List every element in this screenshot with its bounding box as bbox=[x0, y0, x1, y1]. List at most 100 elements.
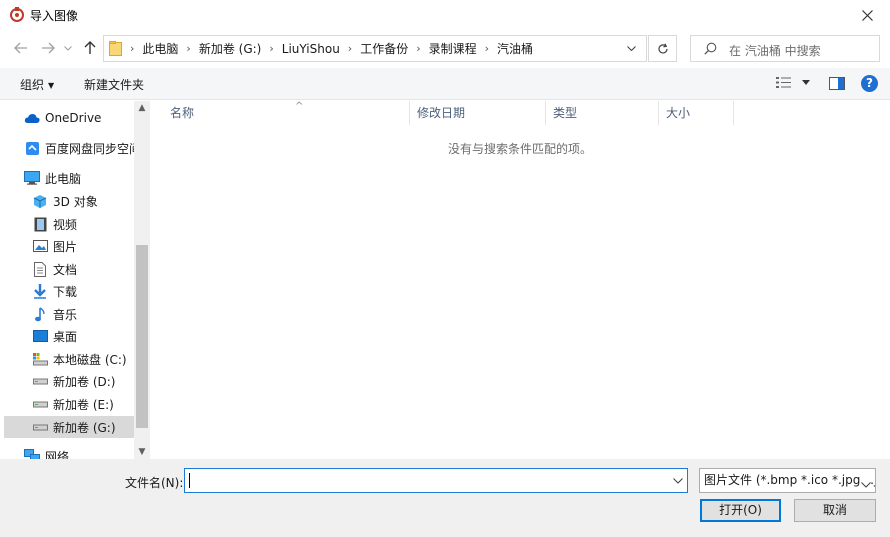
new-folder-button[interactable]: 新建文件夹 bbox=[84, 76, 144, 93]
scrollbar-thumb[interactable] bbox=[136, 245, 148, 428]
nav-item-label: 新加卷 (D:) bbox=[53, 374, 116, 389]
scroll-up-icon[interactable]: ▲ bbox=[134, 101, 150, 115]
caret-down-icon bbox=[802, 80, 810, 85]
nav-item-network[interactable]: 网络 bbox=[24, 445, 69, 459]
filename-history-dropdown[interactable] bbox=[673, 473, 683, 487]
nav-item-drive-g[interactable]: 新加卷 (G:) bbox=[4, 416, 134, 438]
address-bar[interactable]: › 此电脑 › 新加卷 (G:) › LiuYiShou › 工作备份 › 录制… bbox=[103, 35, 647, 62]
breadcrumb-item[interactable]: LiuYiShou bbox=[282, 42, 340, 56]
organize-button[interactable]: 组织 ▼ bbox=[20, 76, 54, 93]
nav-item-documents[interactable]: 文档 bbox=[32, 258, 77, 280]
nav-item-music[interactable]: 音乐 bbox=[32, 303, 77, 325]
drive-icon bbox=[32, 373, 48, 389]
caret-down-icon: ▼ bbox=[48, 81, 55, 90]
preview-pane-icon bbox=[829, 77, 845, 90]
help-button[interactable]: ? bbox=[861, 75, 878, 92]
drive-icon bbox=[32, 419, 48, 435]
nav-item-desktop[interactable]: 桌面 bbox=[32, 325, 77, 347]
chevron-down-icon bbox=[64, 45, 72, 51]
back-button[interactable] bbox=[12, 40, 30, 56]
breadcrumb-item[interactable]: 新加卷 (G:) bbox=[199, 40, 262, 57]
chevron-right-icon[interactable]: › bbox=[269, 42, 273, 55]
nav-item-this-pc[interactable]: 此电脑 bbox=[24, 167, 81, 189]
document-icon bbox=[32, 261, 48, 277]
title-bar: 导入图像 bbox=[0, 0, 890, 30]
chevron-right-icon[interactable]: › bbox=[348, 42, 352, 55]
nav-item-label: 图片 bbox=[53, 239, 78, 254]
forward-button[interactable] bbox=[39, 40, 57, 56]
column-header-date[interactable]: 修改日期 bbox=[410, 101, 546, 125]
nav-item-onedrive[interactable]: OneDrive bbox=[24, 107, 101, 129]
nav-item-label: OneDrive bbox=[45, 111, 102, 125]
filename-field[interactable] bbox=[184, 468, 688, 493]
scroll-down-icon[interactable]: ▼ bbox=[134, 445, 150, 459]
nav-item-downloads[interactable]: 下载 bbox=[32, 280, 77, 302]
nav-item-videos[interactable]: 视频 bbox=[32, 213, 77, 235]
search-input[interactable]: 在 汽油桶 中搜索 bbox=[690, 35, 880, 62]
chevron-right-icon[interactable]: › bbox=[485, 42, 489, 55]
search-placeholder: 在 汽油桶 中搜索 bbox=[729, 44, 821, 58]
navigation-scrollbar[interactable]: ▲ ▼ bbox=[134, 101, 150, 459]
nav-item-label: 音乐 bbox=[53, 307, 78, 322]
breadcrumb-item[interactable]: 工作备份 bbox=[360, 40, 408, 57]
chevron-right-icon[interactable]: › bbox=[130, 42, 134, 55]
preview-pane-button[interactable] bbox=[829, 77, 845, 93]
address-row: › 此电脑 › 新加卷 (G:) › LiuYiShou › 工作备份 › 录制… bbox=[0, 32, 890, 64]
column-header-size[interactable]: 大小 bbox=[659, 101, 734, 125]
nav-item-label: 此电脑 bbox=[45, 171, 82, 186]
close-icon bbox=[861, 9, 873, 21]
command-toolbar: 组织 ▼ 新建文件夹 ? bbox=[0, 68, 890, 100]
arrow-up-icon bbox=[84, 41, 96, 54]
chevron-right-icon[interactable]: › bbox=[416, 42, 420, 55]
nav-item-3d-objects[interactable]: 3D 对象 bbox=[32, 190, 98, 212]
nav-item-drive-d[interactable]: 新加卷 (D:) bbox=[32, 370, 115, 392]
breadcrumb-item[interactable]: 录制课程 bbox=[429, 40, 477, 57]
app-logo-icon bbox=[10, 7, 24, 22]
video-icon bbox=[32, 216, 48, 232]
nav-item-baidu-netdisk[interactable]: 百度网盘同步空间 bbox=[24, 137, 141, 159]
nav-item-label: 下载 bbox=[53, 284, 78, 299]
arrow-left-icon bbox=[14, 42, 27, 54]
file-type-dropdown[interactable] bbox=[861, 473, 871, 492]
address-history-dropdown[interactable] bbox=[620, 36, 642, 61]
chevron-right-icon[interactable]: › bbox=[186, 42, 190, 55]
breadcrumb-item[interactable]: 此电脑 bbox=[142, 40, 178, 57]
file-list[interactable]: 名称 ^ 修改日期 类型 大小 没有与搜索条件匹配的项。 bbox=[150, 101, 890, 459]
footer-panel: 文件名(N): 图片文件 (*.bmp *.ico *.jpg *.jpe 打开… bbox=[0, 459, 890, 537]
recent-locations-button[interactable] bbox=[62, 40, 74, 56]
desktop-icon bbox=[32, 328, 48, 344]
nav-item-drive-e[interactable]: 新加卷 (E:) bbox=[32, 393, 114, 415]
nav-item-pictures[interactable]: 图片 bbox=[32, 235, 77, 257]
chevron-down-icon bbox=[626, 46, 636, 51]
window-title: 导入图像 bbox=[30, 9, 79, 23]
download-icon bbox=[32, 283, 48, 299]
refresh-icon bbox=[657, 43, 668, 53]
cancel-button[interactable]: 取消 bbox=[794, 499, 876, 522]
cloud-icon bbox=[24, 110, 40, 126]
system-drive-icon bbox=[32, 351, 48, 367]
column-label: 名称 bbox=[170, 106, 195, 120]
nav-item-drive-c[interactable]: 本地磁盘 (C:) bbox=[32, 348, 127, 370]
change-view-button[interactable] bbox=[776, 76, 810, 89]
column-header-name[interactable]: 名称 ^ bbox=[163, 101, 410, 125]
breadcrumb: › 此电脑 › 新加卷 (G:) › LiuYiShou › 工作备份 › 录制… bbox=[130, 36, 533, 61]
file-type-value: 图片文件 (*.bmp *.ico *.jpg *.jpe bbox=[704, 473, 876, 487]
nav-item-label: 3D 对象 bbox=[53, 194, 98, 209]
organize-label: 组织 bbox=[20, 78, 45, 92]
text-cursor bbox=[189, 473, 190, 488]
empty-message: 没有与搜索条件匹配的项。 bbox=[447, 142, 592, 156]
nav-item-label: 新加卷 (E:) bbox=[53, 397, 114, 412]
column-header-type[interactable]: 类型 bbox=[546, 101, 659, 125]
chevron-down-icon bbox=[861, 482, 871, 488]
music-icon bbox=[32, 306, 48, 322]
file-type-select[interactable]: 图片文件 (*.bmp *.ico *.jpg *.jpe bbox=[699, 468, 876, 493]
nav-item-label: 网络 bbox=[45, 449, 70, 460]
close-button[interactable] bbox=[844, 0, 890, 30]
refresh-button[interactable] bbox=[648, 35, 677, 62]
chevron-down-icon bbox=[673, 478, 683, 484]
nav-item-label: 新加卷 (G:) bbox=[53, 420, 116, 435]
nav-item-label: 文档 bbox=[53, 262, 78, 277]
up-button[interactable] bbox=[81, 40, 99, 56]
open-button[interactable]: 打开(O) bbox=[700, 499, 781, 522]
breadcrumb-item[interactable]: 汽油桶 bbox=[497, 40, 533, 57]
